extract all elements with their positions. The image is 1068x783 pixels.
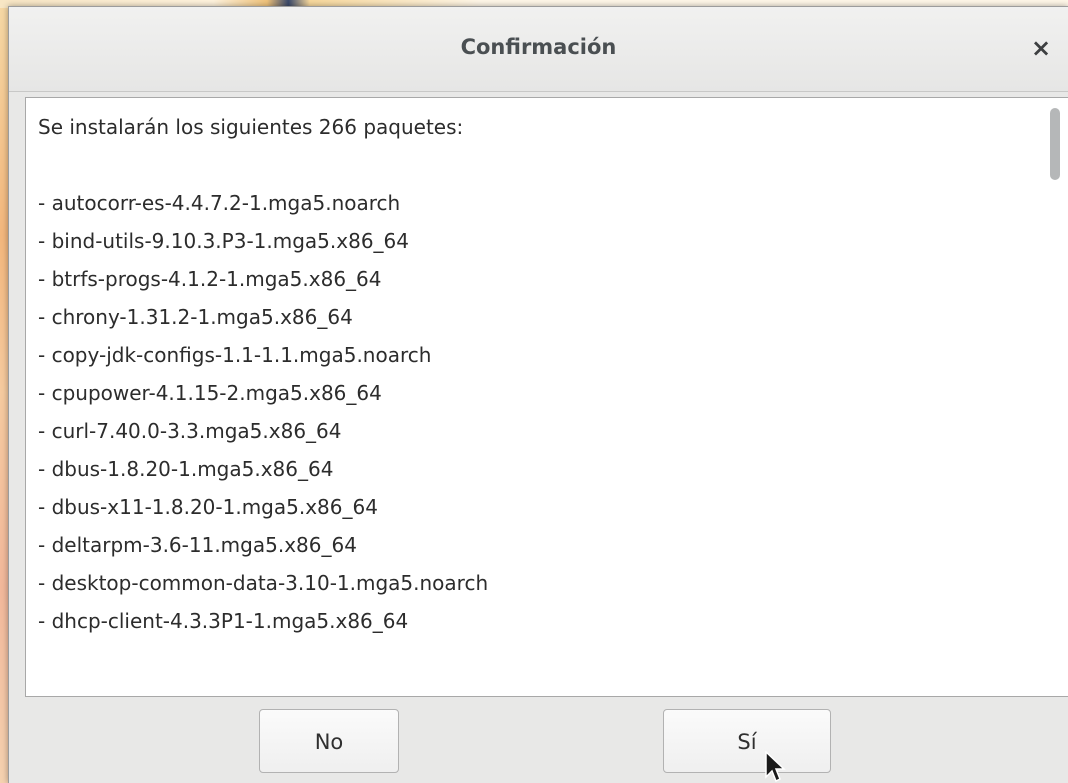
- package-item: - dhcp-client-4.3.3P1-1.mga5.x86_64: [38, 609, 409, 633]
- confirmation-dialog: Confirmación × Se instalarán los siguien…: [8, 6, 1068, 783]
- package-item: - copy-jdk-configs-1.1-1.1.mga5.noarch: [38, 343, 432, 367]
- package-list-textview[interactable]: Se instalarán los siguientes 266 paquete…: [25, 97, 1068, 697]
- package-list-content: Se instalarán los siguientes 266 paquete…: [38, 108, 1038, 640]
- scrollbar-thumb[interactable]: [1050, 108, 1060, 180]
- dialog-titlebar[interactable]: Confirmación ×: [9, 7, 1068, 92]
- package-item: - dbus-x11-1.8.20-1.mga5.x86_64: [38, 495, 378, 519]
- close-icon[interactable]: ×: [1028, 34, 1054, 62]
- dialog-title: Confirmación: [460, 35, 617, 59]
- package-item: - dbus-1.8.20-1.mga5.x86_64: [38, 457, 334, 481]
- package-item: - chrony-1.31.2-1.mga5.x86_64: [38, 305, 353, 329]
- message-header: Se instalarán los siguientes 266 paquete…: [38, 115, 464, 139]
- package-item: - bind-utils-9.10.3.P3-1.mga5.x86_64: [38, 229, 409, 253]
- package-item: - desktop-common-data-3.10-1.mga5.noarch: [38, 571, 489, 595]
- yes-button[interactable]: Sí: [663, 709, 831, 773]
- package-item: - cpupower-4.1.15-2.mga5.x86_64: [38, 381, 382, 405]
- no-button[interactable]: No: [259, 709, 399, 773]
- package-item: - deltarpm-3.6-11.mga5.x86_64: [38, 533, 357, 557]
- package-item: - curl-7.40.0-3.3.mga5.x86_64: [38, 419, 342, 443]
- mouse-pointer-icon: [765, 751, 786, 783]
- vertical-scrollbar[interactable]: [1040, 98, 1068, 696]
- package-item: - btrfs-progs-4.1.2-1.mga5.x86_64: [38, 267, 382, 291]
- package-item: - autocorr-es-4.4.7.2-1.mga5.noarch: [38, 191, 401, 215]
